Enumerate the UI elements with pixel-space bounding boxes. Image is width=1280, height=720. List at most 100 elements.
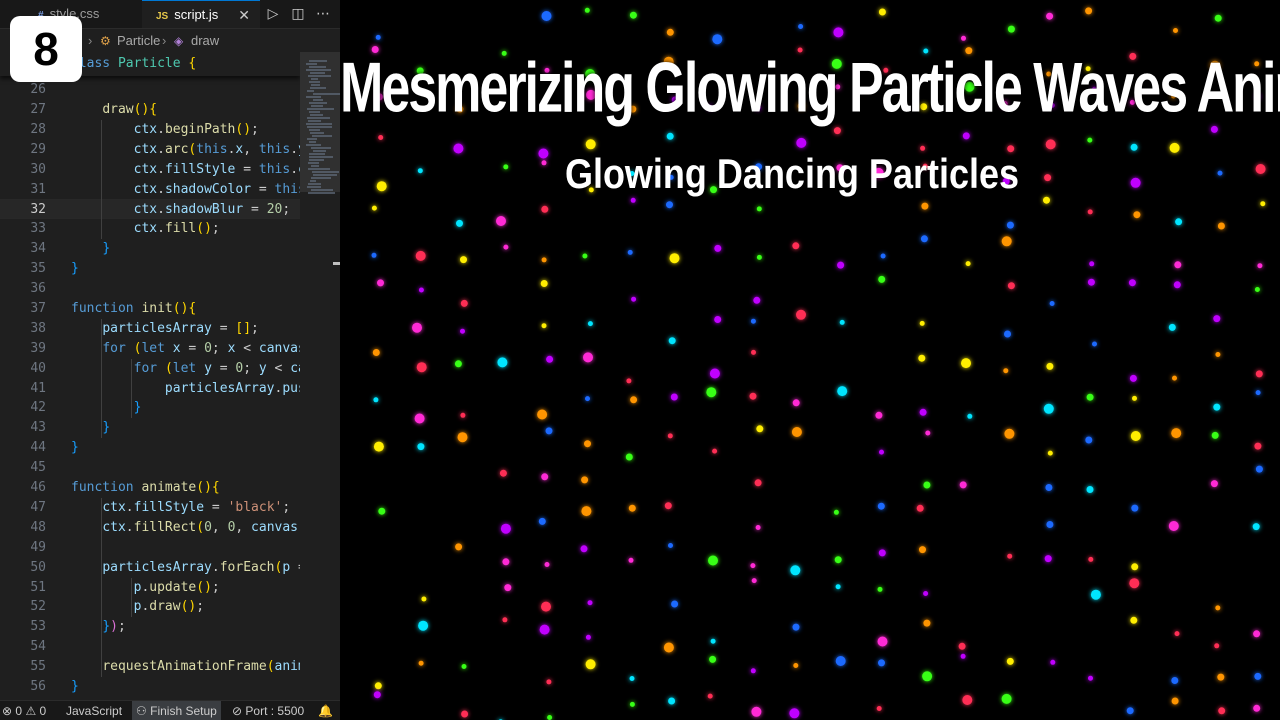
minimap-line — [311, 147, 331, 149]
code-line[interactable]: 26 — [0, 80, 300, 100]
glowing-particle — [585, 139, 596, 150]
glowing-particle — [1215, 352, 1221, 357]
glowing-particle — [916, 504, 924, 512]
glowing-particle — [1213, 315, 1221, 323]
code-line[interactable]: 50 particlesArray.forEach(p = — [0, 558, 300, 578]
glowing-particle — [669, 253, 680, 264]
js-file-icon: JS — [156, 11, 169, 22]
run-icon[interactable]: ▷ — [262, 0, 284, 28]
language-mode[interactable]: JavaScript — [66, 701, 122, 720]
code-line[interactable]: 51 p.update(); — [0, 578, 300, 598]
code-line[interactable]: 32 ctx.shadowBlur = 20; — [0, 199, 300, 220]
code-line[interactable]: 41 particlesArray.pus — [0, 379, 300, 399]
breadcrumb-item-draw[interactable]: draw — [191, 30, 219, 52]
line-number: 50 — [30, 559, 46, 575]
line-number: 43 — [30, 420, 46, 436]
code-line[interactable]: 35} — [0, 259, 300, 279]
glowing-particle — [461, 664, 467, 669]
glowing-particle — [835, 584, 841, 590]
code-line[interactable]: 54 — [0, 637, 300, 657]
minimap[interactable] — [300, 52, 340, 700]
glowing-particle — [541, 205, 549, 213]
line-code: }); — [102, 619, 126, 635]
glowing-particle — [1089, 261, 1095, 267]
code-line[interactable]: 31 ctx.shadowColor = this — [0, 180, 300, 200]
line-code: for (let x = 0; x < canvas — [102, 340, 300, 356]
scrollbar-marker[interactable] — [333, 262, 340, 265]
more-actions-icon[interactable]: ⋯ — [312, 0, 334, 28]
glowing-particle — [756, 254, 762, 260]
line-number: 26 — [30, 82, 46, 97]
glowing-particle — [497, 357, 508, 368]
finish-setup-button[interactable]: ⚇ Finish Setup — [132, 701, 221, 720]
code-line[interactable]: 27 draw(){ — [0, 100, 300, 120]
glowing-particle — [1087, 209, 1093, 215]
code-line[interactable]: 28 ctx.beginPath(); — [0, 120, 300, 140]
breadcrumb-item-particle[interactable]: Particle — [117, 30, 160, 52]
code-line[interactable]: 40 for (let y = 0; y < ca — [0, 359, 300, 379]
code-line[interactable]: 46 function animate(){ — [0, 478, 300, 498]
glowing-particle — [709, 655, 717, 663]
glowing-particle — [958, 642, 966, 650]
minimap-line — [307, 186, 321, 188]
glowing-particle — [1132, 395, 1137, 401]
code-line[interactable]: 34 } — [0, 239, 300, 259]
glowing-particle — [1255, 370, 1263, 378]
glowing-particle — [629, 701, 635, 707]
glowing-particle — [502, 617, 508, 623]
glowing-particle — [839, 319, 845, 325]
code-line[interactable]: 47 ctx.fillStyle = 'black'; — [0, 498, 300, 518]
code-line[interactable]: 49 — [0, 538, 300, 558]
glowing-particle — [756, 206, 762, 212]
glowing-particle — [837, 386, 848, 397]
code-line[interactable]: 42 } — [0, 398, 300, 418]
code-line[interactable]: 55 requestAnimationFrame(anim — [0, 657, 300, 677]
problems-indicator[interactable]: ⊗ 0 ⚠ 0 — [2, 701, 46, 720]
code-area[interactable]: class Particle { 26 27 draw(){28 ctx.begi… — [0, 52, 300, 700]
indent-guide — [131, 577, 132, 618]
minimap-line — [308, 75, 331, 77]
glowing-particle — [877, 636, 888, 647]
glowing-particle — [1174, 261, 1182, 269]
code-line[interactable]: 30 ctx.fillStyle = this.c — [0, 160, 300, 180]
glowing-particle — [751, 578, 757, 584]
glowing-particle — [709, 368, 720, 379]
glowing-particle — [666, 28, 674, 36]
glowing-particle — [1252, 523, 1260, 531]
code-line[interactable]: 29 ctx.arc(this.x, this.y — [0, 140, 300, 160]
code-line[interactable]: 53 }); — [0, 617, 300, 637]
line-code: ctx.fill(); — [133, 221, 220, 237]
minimap-line — [309, 141, 316, 143]
line-number: 35 — [30, 261, 46, 277]
code-line[interactable]: 52 p.draw(); — [0, 597, 300, 617]
code-line[interactable]: 45 — [0, 458, 300, 478]
code-line[interactable]: 43 } — [0, 418, 300, 438]
code-line[interactable]: 44} — [0, 438, 300, 458]
live-server-port[interactable]: ⊘ Port : 5500 — [232, 701, 304, 720]
glowing-particle — [1085, 7, 1093, 15]
notifications-bell-icon[interactable]: 🔔 — [318, 701, 333, 720]
close-icon[interactable]: ✕ — [238, 1, 250, 29]
code-line[interactable]: 56} — [0, 677, 300, 697]
line-number: 29 — [30, 141, 46, 157]
split-editor-icon[interactable]: ◫ — [287, 0, 309, 28]
code-line[interactable]: 39 for (let x = 0; x < canvas — [0, 339, 300, 359]
code-line[interactable]: 37 function init(){ — [0, 299, 300, 319]
glowing-particle — [921, 202, 929, 210]
line-number: 46 — [30, 480, 46, 495]
port-label: Port : 5500 — [245, 704, 305, 718]
glowing-particle — [546, 679, 552, 685]
glowing-particle — [792, 623, 800, 631]
line-number: 51 — [30, 579, 46, 595]
warning-count: 0 — [39, 704, 47, 718]
glowing-particle — [1254, 442, 1262, 450]
code-line[interactable]: 48 ctx.fillRect(0, 0, canvas. — [0, 518, 300, 538]
code-line[interactable]: 36 — [0, 279, 300, 299]
glowing-particle — [629, 11, 637, 19]
code-line[interactable]: 38 particlesArray = []; — [0, 319, 300, 339]
glowing-particle — [1214, 14, 1222, 22]
tab-script-js[interactable]: JS script.js ✕ — [142, 0, 260, 28]
glowing-particle — [1175, 218, 1183, 226]
glowing-particle — [418, 620, 429, 631]
code-line[interactable]: 33 ctx.fill(); — [0, 219, 300, 239]
